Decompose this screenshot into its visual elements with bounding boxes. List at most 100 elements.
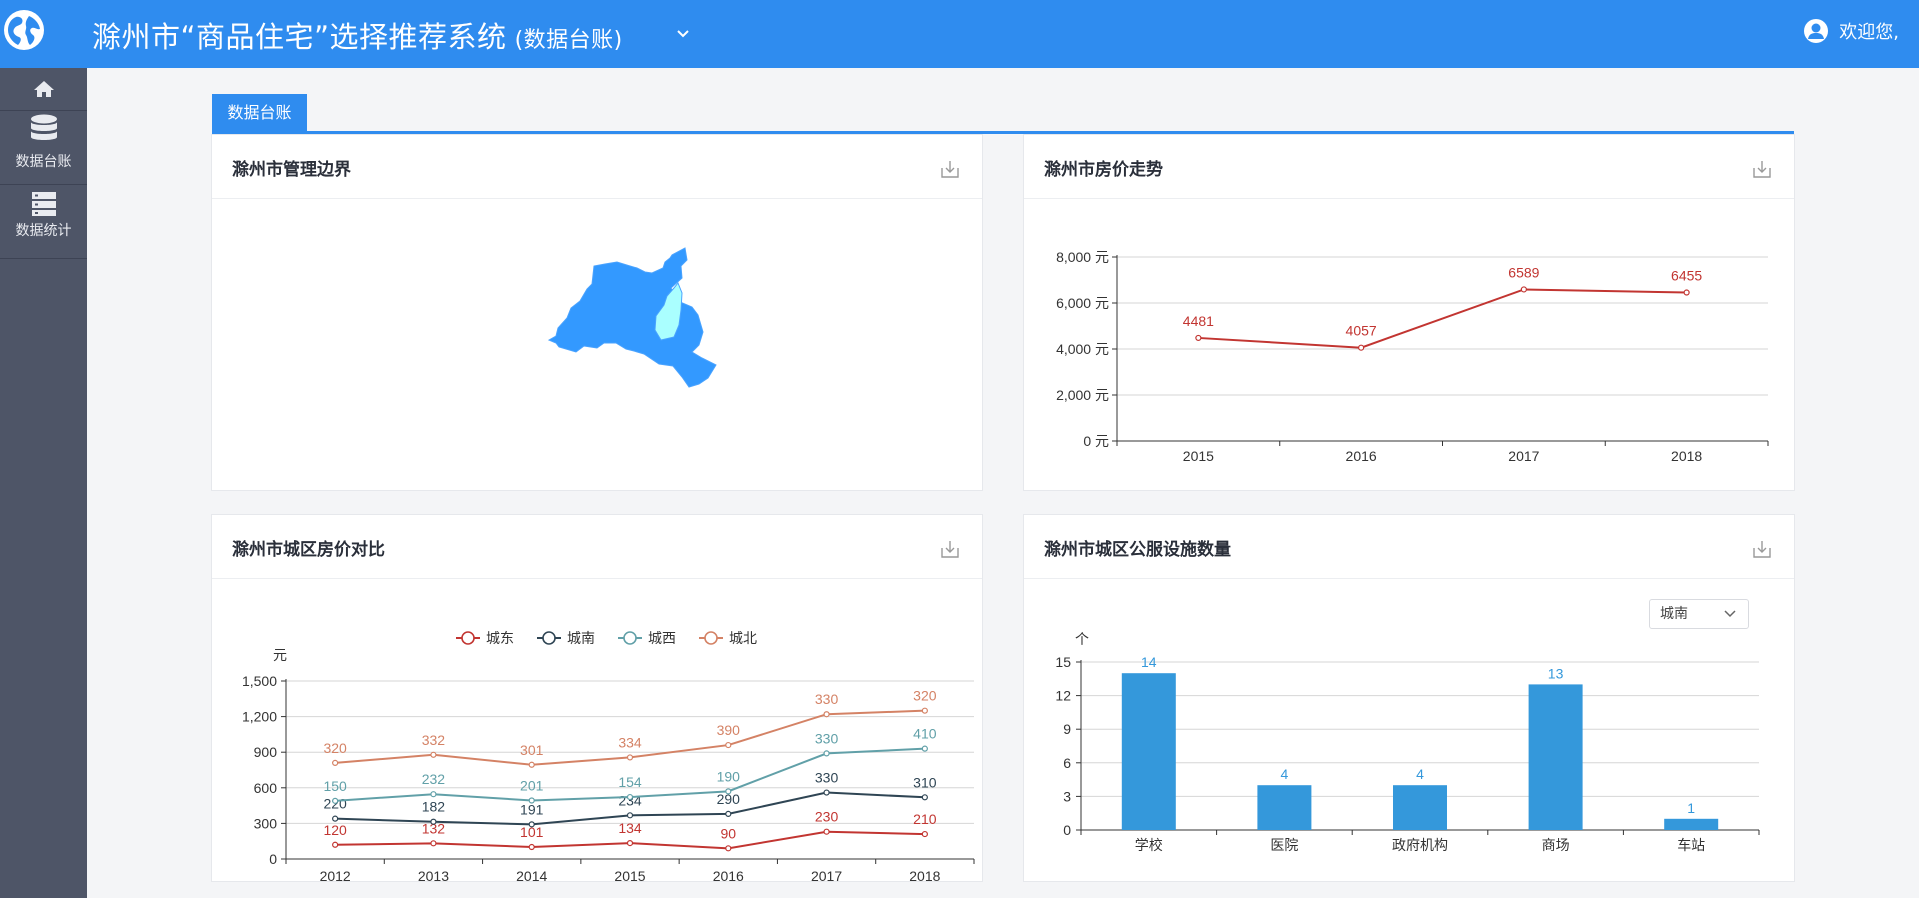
tab-data-ledger[interactable]: 数据台账	[212, 94, 307, 131]
panel-title: 滁州市城区房价对比	[232, 540, 385, 560]
bar	[1664, 818, 1719, 830]
data-label: 390	[717, 722, 741, 738]
database-icon	[30, 114, 57, 140]
y-tick-label: 1,200	[242, 709, 277, 725]
app-title: 滁州市“商品住宅”选择推荐系统 (数据台账)	[92, 14, 623, 56]
panel-title: 滁州市管理边界	[232, 160, 351, 180]
x-tick-label: 学校	[1135, 837, 1163, 853]
y-tick-label: 6	[1063, 755, 1071, 771]
panel-title: 滁州市城区公服设施数量	[1044, 540, 1231, 560]
data-point	[725, 741, 732, 749]
price-trend-panel: 滁州市房价走势 0 元 2,000 元 4,000 元 6,000 元 8,000 元 2…	[1023, 134, 1795, 491]
data-label: 232	[422, 771, 446, 787]
bar-value-label: 14	[1141, 654, 1157, 670]
y-tick-label: 600	[254, 780, 278, 796]
y-tick-label: 3	[1063, 788, 1071, 804]
x-tick-label: 2018	[909, 868, 940, 882]
data-label: 320	[913, 688, 937, 704]
data-label: 120	[323, 822, 347, 838]
bar	[1121, 673, 1176, 830]
data-label: 191	[520, 801, 544, 817]
x-tick-label: 2016	[1346, 448, 1377, 464]
data-point	[332, 841, 339, 848]
panel-header: 滁州市城区公服设施数量	[1024, 515, 1794, 579]
data-label: 410	[913, 726, 937, 742]
y-tick-label: 300	[254, 815, 278, 831]
legend-label: 城北	[729, 630, 757, 646]
y-tick-label: 900	[254, 744, 278, 760]
data-point	[1683, 289, 1690, 296]
data-label: 150	[323, 778, 347, 794]
home-icon	[33, 81, 54, 97]
district-compare-panel: 滁州市城区房价对比 城东 城南 城西 城北元 0 300 600 900 1,200 1,500 2…	[211, 514, 983, 882]
data-point	[823, 711, 830, 718]
download-icon[interactable]	[940, 159, 960, 179]
legend-marker	[542, 631, 556, 645]
x-tick-label: 医院	[1270, 837, 1298, 853]
facilities-chart[interactable]: 个 0 3 6 9 12 15 14 4 4 13 1 学校 医院 政府机构 商场 车站	[1024, 580, 1794, 882]
sidebar-item-data-stats[interactable]: 数据统计	[0, 185, 87, 259]
x-tick-label: 商场	[1542, 837, 1570, 853]
sidebar-item-data-ledger[interactable]: 数据台账	[0, 111, 87, 185]
data-label: 301	[520, 742, 544, 758]
boundary-map[interactable]	[212, 200, 982, 490]
y-tick-label: 0	[269, 851, 277, 867]
data-point	[332, 797, 339, 804]
data-point	[725, 845, 732, 852]
data-point	[921, 830, 928, 838]
panel-header: 滁州市城区房价对比	[212, 515, 982, 579]
x-tick-label: 2018	[1671, 448, 1702, 464]
y-axis-label: 元	[273, 647, 287, 663]
y-tick-label: 15	[1055, 654, 1071, 670]
price-trend-chart[interactable]: 0 元 2,000 元 4,000 元 6,000 元 8,000 元 2015 2016 2…	[1024, 200, 1794, 490]
panel-header: 滁州市管理边界	[212, 135, 982, 199]
sidebar-item-home[interactable]	[0, 68, 87, 111]
data-label: 332	[422, 732, 446, 748]
data-label: 330	[815, 730, 839, 746]
data-label: 330	[815, 770, 839, 786]
map-region-main[interactable]	[547, 247, 717, 388]
globe-icon[interactable]	[2, 8, 46, 52]
data-point	[725, 788, 732, 795]
district-compare-chart[interactable]: 城东 城南 城西 城北元03006009001,2001,5002012 2013 201…	[212, 580, 982, 882]
x-tick-label: 2016	[713, 868, 744, 882]
data-point	[725, 810, 732, 818]
data-label: 210	[913, 811, 937, 827]
legend-marker	[623, 631, 637, 645]
download-icon[interactable]	[1752, 159, 1772, 179]
data-point	[626, 793, 634, 801]
legend-marker	[461, 631, 475, 645]
y-tick-label: 2,000 元	[1056, 387, 1109, 403]
data-point	[528, 797, 535, 804]
sidebar-item-label: 数据统计	[15, 223, 72, 239]
data-label: 190	[717, 768, 741, 784]
sidebar-item-label: 数据台账	[15, 154, 72, 170]
bar-value-label: 4	[1281, 766, 1289, 782]
x-tick-label: 2015	[1183, 448, 1214, 464]
facilities-panel: 滁州市城区公服设施数量 城南 个 0 3 6 9 12 15 14 4 4 13 1 学校 医院 政府机构商…	[1023, 514, 1795, 882]
x-tick-label: 政府机构	[1392, 837, 1448, 853]
data-point	[823, 750, 830, 757]
sidebar: 数据台账 数据统计	[0, 68, 87, 898]
bar	[1257, 785, 1312, 830]
chevron-down-icon[interactable]	[676, 29, 690, 39]
data-point	[528, 761, 535, 768]
data-point	[823, 828, 830, 835]
data-label: 182	[422, 799, 446, 815]
data-point	[1195, 334, 1202, 342]
panel-title: 滁州市房价走势	[1044, 160, 1163, 180]
download-icon[interactable]	[940, 539, 960, 559]
bar	[1528, 684, 1583, 830]
download-icon[interactable]	[1752, 539, 1772, 559]
data-point	[430, 840, 437, 847]
data-label: 4481	[1183, 313, 1214, 329]
data-point	[626, 839, 634, 847]
top-bar: 滁州市“商品住宅”选择推荐系统 (数据台账) 欢迎您,	[0, 0, 1919, 68]
legend-label: 城南	[567, 630, 595, 646]
data-label: 6589	[1508, 264, 1539, 280]
data-label: 90	[720, 825, 736, 841]
data-label: 230	[815, 809, 839, 825]
y-tick-label: 0 元	[1083, 433, 1109, 449]
y-tick-label: 12	[1055, 688, 1071, 704]
user-menu[interactable]: 欢迎您,	[1803, 18, 1899, 44]
